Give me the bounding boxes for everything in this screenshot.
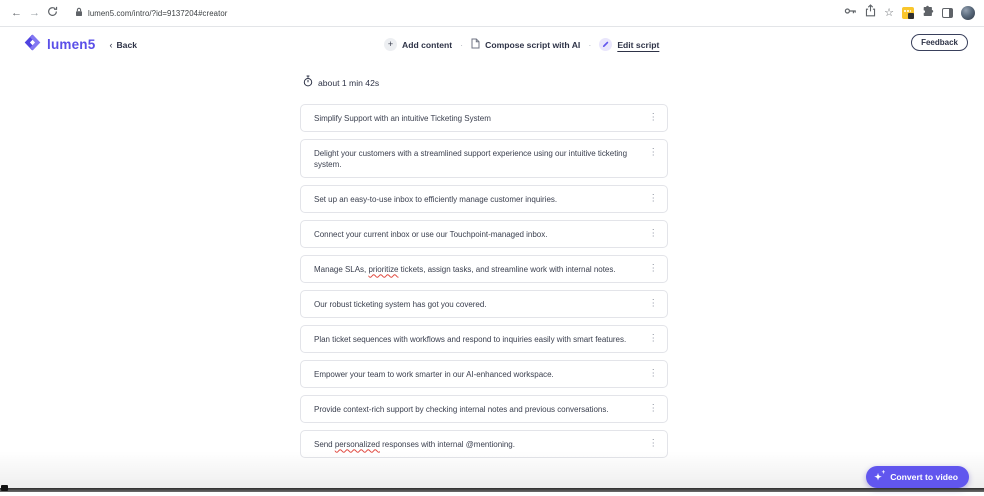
browser-reload-icon[interactable] bbox=[44, 6, 61, 20]
script-block[interactable]: Simplify Support with an intuitive Ticke… bbox=[300, 104, 668, 132]
back-button[interactable]: ‹ Back bbox=[109, 40, 137, 50]
url-text[interactable]: lumen5.com/intro/?id=9137204#creator bbox=[88, 9, 227, 18]
script-block-text[interactable]: Send personalized responses with interna… bbox=[314, 439, 641, 450]
convert-to-video-button[interactable]: ✦ + Convert to video bbox=[866, 466, 969, 488]
script-block[interactable]: Connect your current inbox or use our To… bbox=[300, 220, 668, 248]
stopwatch-icon bbox=[303, 74, 313, 92]
app-header: lumen5 ‹ Back + Add content · Compose sc… bbox=[0, 27, 984, 62]
kebab-menu-icon[interactable]: ⋮ bbox=[647, 437, 661, 451]
video-duration: about 1 min 42s bbox=[303, 74, 379, 92]
kebab-menu-icon[interactable]: ⋮ bbox=[647, 402, 661, 416]
sparkles-icon: ✦ + bbox=[874, 470, 886, 482]
script-block[interactable]: Provide context-rich support by checking… bbox=[300, 395, 668, 423]
script-block-text[interactable]: Delight your customers with a streamline… bbox=[314, 148, 641, 170]
browser-chrome: ← → lumen5.com/intro/?id=9137204#creator… bbox=[0, 0, 984, 27]
url-bar[interactable]: lumen5.com/intro/?id=9137204#creator bbox=[75, 4, 227, 22]
script-block-text[interactable]: Plan ticket sequences with workflows and… bbox=[314, 334, 641, 345]
browser-forward-icon[interactable]: → bbox=[26, 7, 43, 19]
script-block-text[interactable]: Manage SLAs, prioritize tickets, assign … bbox=[314, 264, 641, 275]
kebab-menu-icon[interactable]: ⋮ bbox=[647, 227, 661, 241]
script-block-text[interactable]: Our robust ticketing system has got you … bbox=[314, 299, 641, 310]
document-icon bbox=[471, 36, 480, 54]
edit-script-button[interactable]: Edit script bbox=[599, 38, 659, 51]
logo-wordmark: lumen5 bbox=[47, 37, 96, 52]
lock-icon bbox=[75, 4, 83, 22]
separator-dot: · bbox=[588, 39, 592, 50]
kebab-menu-icon[interactable]: ⋮ bbox=[647, 332, 661, 346]
lumen5-logo-icon bbox=[24, 34, 41, 56]
lumen5-creator-page: ← → lumen5.com/intro/?id=9137204#creator… bbox=[0, 0, 984, 496]
kebab-menu-icon[interactable]: ⋮ bbox=[647, 297, 661, 311]
script-block[interactable]: Set up an easy-to-use inbox to efficient… bbox=[300, 185, 668, 213]
script-block[interactable]: Plan ticket sequences with workflows and… bbox=[300, 325, 668, 353]
lumen5-logo[interactable]: lumen5 bbox=[24, 34, 95, 56]
screen-corner-mark bbox=[1, 485, 8, 491]
kebab-menu-icon[interactable]: ⋮ bbox=[647, 367, 661, 381]
add-content-button[interactable]: + Add content bbox=[384, 38, 452, 51]
script-block[interactable]: Send personalized responses with interna… bbox=[300, 430, 668, 458]
script-block-text[interactable]: Simplify Support with an intuitive Ticke… bbox=[314, 113, 641, 124]
script-block[interactable]: Our robust ticketing system has got you … bbox=[300, 290, 668, 318]
script-block[interactable]: Delight your customers with a streamline… bbox=[300, 139, 668, 178]
chevron-left-icon: ‹ bbox=[109, 39, 113, 50]
side-panel-icon[interactable] bbox=[942, 8, 953, 18]
script-block-text[interactable]: Connect your current inbox or use our To… bbox=[314, 229, 641, 240]
key-icon[interactable] bbox=[844, 4, 857, 22]
compose-script-button[interactable]: Compose script with AI bbox=[471, 36, 580, 54]
duration-label: about 1 min 42s bbox=[318, 78, 380, 88]
header-actions: + Add content · Compose script with AI ·… bbox=[384, 27, 659, 62]
screen-bottom-edge bbox=[0, 488, 984, 492]
kebab-menu-icon[interactable]: ⋮ bbox=[647, 146, 661, 160]
script-block[interactable]: Manage SLAs, prioritize tickets, assign … bbox=[300, 255, 668, 283]
extensions-puzzle-icon[interactable] bbox=[922, 4, 934, 22]
script-block-text[interactable]: Empower your team to work smarter in our… bbox=[314, 369, 641, 380]
kebab-menu-icon[interactable]: ⋮ bbox=[647, 192, 661, 206]
share-icon[interactable] bbox=[865, 4, 876, 22]
profile-avatar[interactable] bbox=[961, 6, 975, 20]
kebab-menu-icon[interactable]: ⋮ bbox=[647, 262, 661, 276]
plus-icon: + bbox=[384, 38, 397, 51]
yellow-extension-icon[interactable] bbox=[902, 7, 914, 19]
script-block-text[interactable]: Provide context-rich support by checking… bbox=[314, 404, 641, 415]
feedback-button[interactable]: Feedback bbox=[911, 34, 968, 51]
kebab-menu-icon[interactable]: ⋮ bbox=[647, 111, 661, 125]
separator-dot: · bbox=[460, 39, 464, 50]
browser-back-icon[interactable]: ← bbox=[8, 7, 25, 19]
script-block-text[interactable]: Set up an easy-to-use inbox to efficient… bbox=[314, 194, 641, 205]
script-block[interactable]: Empower your team to work smarter in our… bbox=[300, 360, 668, 388]
bookmark-star-icon[interactable]: ☆ bbox=[884, 7, 894, 19]
script-blocks: Simplify Support with an intuitive Ticke… bbox=[300, 104, 668, 462]
pencil-icon bbox=[599, 38, 613, 51]
